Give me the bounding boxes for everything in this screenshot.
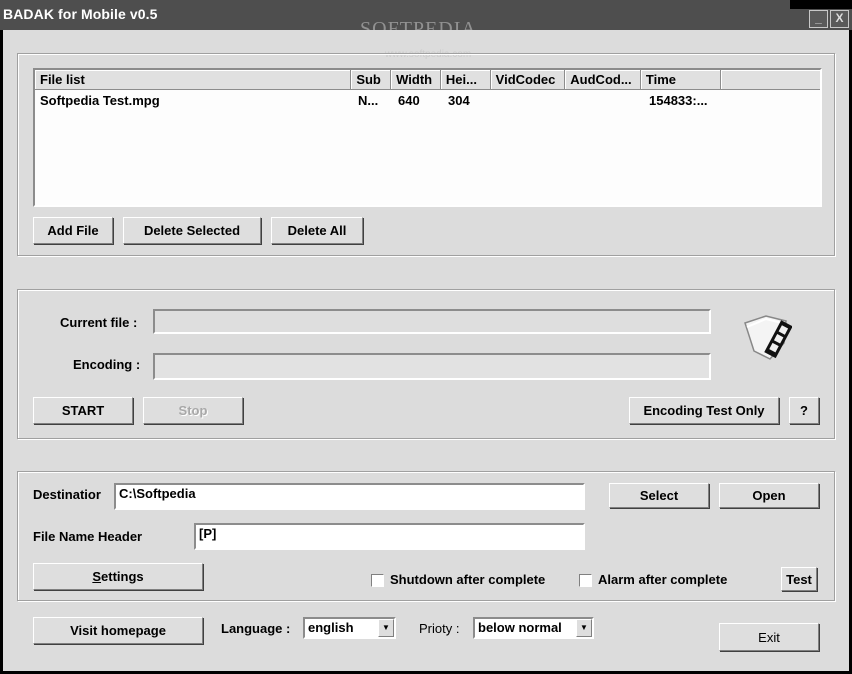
cell-height: 304 xyxy=(448,93,470,108)
table-row[interactable]: Softpedia Test.mpg N... 640 304 154833:.… xyxy=(35,90,820,110)
cell-file-name: Softpedia Test.mpg xyxy=(40,93,160,108)
chevron-down-icon[interactable]: ▼ xyxy=(576,619,592,637)
start-button[interactable]: START xyxy=(33,397,133,424)
exit-button[interactable]: Exit xyxy=(719,623,819,651)
test-button[interactable]: Test xyxy=(781,567,817,591)
priority-select[interactable]: below normal ▼ xyxy=(473,617,594,639)
close-button[interactable]: X xyxy=(830,10,849,28)
alarm-checkbox[interactable] xyxy=(579,574,592,587)
destination-input[interactable]: C:\Softpedia xyxy=(114,483,585,510)
minimize-button[interactable]: _ xyxy=(809,10,828,28)
app-window: BADAK for Mobile v0.5 SOFTPEDIA _ X www.… xyxy=(0,0,852,674)
encoding-progress-bar xyxy=(153,353,711,380)
file-name-header-input[interactable]: [P] xyxy=(194,523,585,550)
close-icon: X xyxy=(835,11,844,25)
column-audcodec[interactable]: AudCod... xyxy=(565,70,641,90)
file-list-view[interactable]: File list Sub Width Hei... VidCodec AudC… xyxy=(33,68,822,207)
settings-label: ettings xyxy=(101,569,144,584)
add-file-button[interactable]: Add File xyxy=(33,217,113,244)
column-time[interactable]: Time xyxy=(640,70,721,90)
shutdown-label[interactable]: Shutdown after complete xyxy=(390,572,545,587)
column-sub[interactable]: Sub xyxy=(351,70,392,90)
priority-value: below normal xyxy=(478,620,562,635)
window-title: BADAK for Mobile v0.5 xyxy=(3,6,158,22)
delete-selected-button[interactable]: Delete Selected xyxy=(123,217,261,244)
column-vidcodec[interactable]: VidCodec xyxy=(490,70,566,90)
encoding-test-only-button[interactable]: Encoding Test Only xyxy=(629,397,779,424)
language-label: Language : xyxy=(221,621,291,636)
stop-button[interactable]: Stop xyxy=(143,397,243,424)
shutdown-checkbox[interactable] xyxy=(371,574,384,587)
alarm-label[interactable]: Alarm after complete xyxy=(598,572,727,587)
cell-audcodec xyxy=(568,90,644,110)
column-height[interactable]: Hei... xyxy=(440,70,491,90)
language-select[interactable]: english ▼ xyxy=(303,617,396,639)
column-file-list[interactable]: File list xyxy=(35,70,352,90)
delete-all-button[interactable]: Delete All xyxy=(271,217,363,244)
title-bar[interactable]: BADAK for Mobile v0.5 SOFTPEDIA _ X xyxy=(0,0,852,40)
current-file-field xyxy=(153,309,711,334)
destination-label: Destinatior xyxy=(33,487,101,502)
help-button[interactable]: ? xyxy=(789,397,819,424)
select-button[interactable]: Select xyxy=(609,483,709,508)
film-icon xyxy=(742,313,793,361)
encoding-label: Encoding : xyxy=(73,357,141,372)
open-button[interactable]: Open xyxy=(719,483,819,508)
minimize-icon: _ xyxy=(815,11,822,25)
language-value: english xyxy=(308,620,354,635)
column-width[interactable]: Width xyxy=(391,70,441,90)
settings-button[interactable]: Settings xyxy=(33,563,203,590)
priority-label: Prioty : xyxy=(419,621,460,636)
column-filler xyxy=(720,70,820,90)
file-list-header: File list Sub Width Hei... VidCodec AudC… xyxy=(35,70,820,90)
cell-time: 154833:... xyxy=(649,93,708,108)
file-name-header-label: File Name Header xyxy=(33,529,143,544)
title-bar-notch xyxy=(790,0,852,9)
cell-width: 640 xyxy=(398,93,420,108)
current-file-label: Current file : xyxy=(60,315,138,330)
cell-sub: N... xyxy=(358,93,379,108)
chevron-down-icon[interactable]: ▼ xyxy=(378,619,394,637)
cell-vidcodec xyxy=(493,90,568,110)
visit-homepage-button[interactable]: Visit homepage xyxy=(33,617,203,644)
settings-mnemonic: S xyxy=(92,569,102,584)
